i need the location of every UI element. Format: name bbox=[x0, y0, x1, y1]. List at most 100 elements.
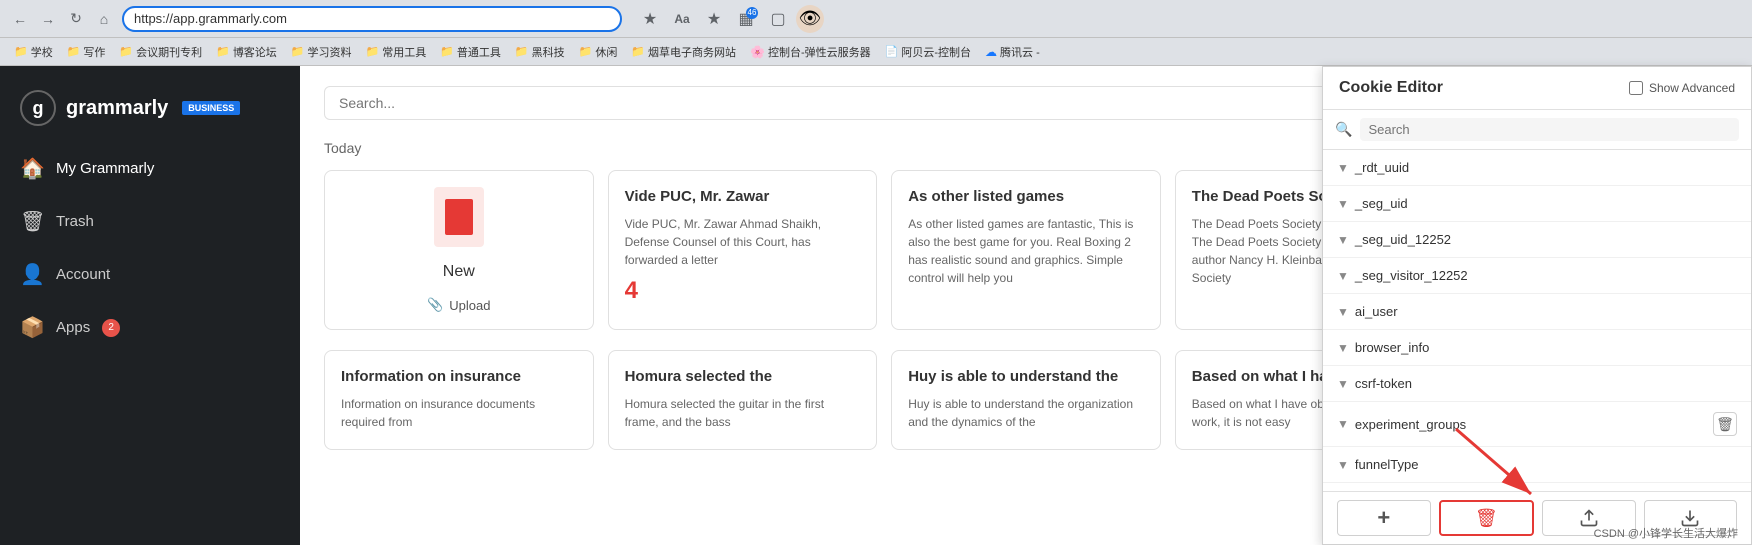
bookmark-huawei[interactable]: 🌸 控制台-弹性云服务器 bbox=[744, 42, 877, 62]
cookie-item-csrf-token[interactable]: ▼ csrf-token bbox=[1323, 366, 1751, 402]
bookmark-school[interactable]: 📁 学校 bbox=[8, 42, 59, 62]
cookie-item-ga-clientid[interactable]: ▼ ga_clientId bbox=[1323, 483, 1751, 491]
watermark: CSDN @小锋学长生活大爆炸 bbox=[1594, 525, 1738, 541]
new-doc-icon bbox=[434, 187, 484, 247]
doc-preview: As other listed games are fantastic, Thi… bbox=[908, 215, 1144, 287]
bookmark-blog[interactable]: 📁 博客论坛 bbox=[210, 42, 283, 62]
bookmark-common-tools[interactable]: 📁 常用工具 bbox=[360, 42, 433, 62]
cookie-item-seg-uid[interactable]: ▼ _seg_uid bbox=[1323, 186, 1751, 222]
doc-title: Vide PUC, Mr. Zawar bbox=[625, 187, 861, 207]
cookie-item-seg-visitor[interactable]: ▼ _seg_visitor_12252 bbox=[1323, 258, 1751, 294]
browser-chrome: ← → ↻ ⌂ https://app.grammarly.com ★ Aa ★… bbox=[0, 0, 1752, 38]
cookie-search-bar: 🔍 bbox=[1323, 110, 1751, 150]
cookie-item-ai-user[interactable]: ▼ ai_user bbox=[1323, 294, 1751, 330]
bookmark-study[interactable]: 📁 学习资料 bbox=[285, 42, 358, 62]
show-advanced-label: Show Advanced bbox=[1649, 81, 1735, 95]
cookie-editor-header: Cookie Editor Show Advanced bbox=[1323, 67, 1751, 110]
bookmark-label: 普通工具 bbox=[457, 44, 501, 60]
bookmark-label: 写作 bbox=[83, 44, 105, 60]
folder-icon: 📁 bbox=[119, 45, 133, 58]
back-button[interactable]: ← bbox=[8, 7, 32, 31]
cookie-item-rdt-uuid[interactable]: ▼ _rdt_uuid bbox=[1323, 150, 1751, 186]
show-advanced-checkbox[interactable] bbox=[1629, 81, 1643, 95]
sidebar-item-account[interactable]: 👤 Account bbox=[0, 248, 300, 301]
bookmark-writing[interactable]: 📁 写作 bbox=[61, 42, 112, 62]
cookie-item-delete-button[interactable]: 🗑 bbox=[1713, 412, 1737, 436]
cookie-item-experiment-groups[interactable]: ▼ experiment_groups 🗑 bbox=[1323, 402, 1751, 447]
bookmark-abeyun[interactable]: 📄 阿贝云-控制台 bbox=[879, 42, 977, 62]
cookie-list: ▼ _rdt_uuid ▼ _seg_uid ▼ _seg_uid_12252 … bbox=[1323, 150, 1751, 491]
sidebar-logo: g grammarly BUSINESS bbox=[0, 82, 300, 142]
chevron-icon: ▼ bbox=[1337, 197, 1349, 211]
folder-icon: 📁 bbox=[515, 45, 529, 58]
doc-card-huy[interactable]: Huy is able to understand the Huy is abl… bbox=[891, 350, 1161, 450]
bookmark-label: 常用工具 bbox=[382, 44, 426, 60]
bookmark-label: 控制台-弹性云服务器 bbox=[768, 44, 871, 60]
page-icon: 📄 bbox=[885, 45, 899, 58]
nav-label-account: Account bbox=[56, 266, 110, 283]
chevron-icon: ▼ bbox=[1337, 305, 1349, 319]
cast-button[interactable]: ▢ bbox=[764, 5, 792, 33]
doc-icon-inner bbox=[445, 199, 473, 235]
doc-card-as-other[interactable]: As other listed games As other listed ga… bbox=[891, 170, 1161, 330]
bookmark-hightech[interactable]: 📁 黑科技 bbox=[509, 42, 571, 62]
bookmark-tobacco[interactable]: 📁 烟草电子商务网站 bbox=[625, 42, 742, 62]
forward-button[interactable]: → bbox=[36, 7, 60, 31]
cookie-name: _seg_uid_12252 bbox=[1355, 232, 1737, 247]
refresh-button[interactable]: ↻ bbox=[64, 7, 88, 31]
cookie-item-seg-uid-12252[interactable]: ▼ _seg_uid_12252 bbox=[1323, 222, 1751, 258]
extensions-icon-button[interactable]: ▦ 46 bbox=[732, 5, 760, 33]
trash-icon: 🗑 bbox=[20, 209, 44, 234]
account-icon: 👤 bbox=[20, 262, 44, 287]
profile-button[interactable]: Aa bbox=[668, 5, 696, 33]
doc-preview: Huy is able to understand the organizati… bbox=[908, 395, 1144, 431]
cookie-name: experiment_groups bbox=[1355, 417, 1713, 432]
delete-all-cookies-button[interactable]: 🗑 bbox=[1439, 500, 1535, 536]
bookmark-tencent[interactable]: ☁ 腾讯云 - bbox=[979, 42, 1046, 62]
user-profile-button[interactable]: 👁 bbox=[796, 5, 824, 33]
bookmark-label: 学习资料 bbox=[308, 44, 352, 60]
bookmark-button[interactable]: ★ bbox=[700, 5, 728, 33]
apps-icon: 📦 bbox=[20, 315, 44, 340]
doc-title: Huy is able to understand the bbox=[908, 367, 1144, 387]
add-cookie-button[interactable]: + bbox=[1337, 500, 1431, 536]
doc-card-insurance[interactable]: Information on insurance Information on … bbox=[324, 350, 594, 450]
logo-icon: g bbox=[20, 90, 56, 126]
address-bar[interactable]: https://app.grammarly.com bbox=[122, 6, 622, 32]
bookmark-conference[interactable]: 📁 会议期刊专利 bbox=[113, 42, 208, 62]
folder-icon: 📁 bbox=[631, 45, 645, 58]
folder-icon: 📁 bbox=[440, 45, 454, 58]
folder-icon: 📁 bbox=[579, 45, 593, 58]
tencent-icon: ☁ bbox=[985, 45, 997, 59]
sidebar-item-my-grammarly[interactable]: 🏠 My Grammarly bbox=[0, 142, 300, 195]
nav-label-apps: Apps bbox=[56, 319, 90, 336]
doc-card-homura[interactable]: Homura selected the Homura selected the … bbox=[608, 350, 878, 450]
upload-icon: 📎 bbox=[427, 297, 443, 313]
nav-label-trash: Trash bbox=[56, 213, 94, 230]
cookie-item-funnel-type[interactable]: ▼ funnelType bbox=[1323, 447, 1751, 483]
sidebar-item-apps[interactable]: 📦 Apps 2 bbox=[0, 301, 300, 354]
huawei-icon: 🌸 bbox=[750, 45, 765, 59]
cookie-name: ai_user bbox=[1355, 304, 1737, 319]
doc-preview: Information on insurance documents requi… bbox=[341, 395, 577, 431]
bookmark-leisure[interactable]: 📁 休闲 bbox=[573, 42, 624, 62]
cookie-name: browser_info bbox=[1355, 340, 1737, 355]
cookie-search-input[interactable] bbox=[1360, 118, 1739, 141]
app-area: g grammarly BUSINESS 🏠 My Grammarly 🗑 Tr… bbox=[0, 66, 1752, 545]
cookie-editor-panel: Cookie Editor Show Advanced 🔍 ▼ _rdt_uui… bbox=[1322, 66, 1752, 545]
folder-icon: 📁 bbox=[216, 45, 230, 58]
bookmarks-bar: 📁 学校 📁 写作 📁 会议期刊专利 📁 博客论坛 📁 学习资料 📁 常用工具 … bbox=[0, 38, 1752, 66]
apps-badge: 2 bbox=[102, 319, 120, 337]
home-icon: 🏠 bbox=[20, 156, 44, 181]
doc-card-vide-puc[interactable]: Vide PUC, Mr. Zawar Vide PUC, Mr. Zawar … bbox=[608, 170, 878, 330]
cookie-item-browser-info[interactable]: ▼ browser_info bbox=[1323, 330, 1751, 366]
home-button[interactable]: ⌂ bbox=[92, 7, 116, 31]
upload-button[interactable]: 📎 Upload bbox=[427, 297, 490, 313]
bookmark-normal-tools[interactable]: 📁 普通工具 bbox=[434, 42, 507, 62]
bookmark-label: 博客论坛 bbox=[233, 44, 277, 60]
sidebar-navigation: 🏠 My Grammarly 🗑 Trash 👤 Account 📦 Apps … bbox=[0, 142, 300, 529]
show-advanced-option[interactable]: Show Advanced bbox=[1629, 81, 1735, 95]
extensions-button[interactable]: ★ bbox=[636, 5, 664, 33]
new-document-card[interactable]: New 📎 Upload bbox=[324, 170, 594, 330]
sidebar-item-trash[interactable]: 🗑 Trash bbox=[0, 195, 300, 248]
